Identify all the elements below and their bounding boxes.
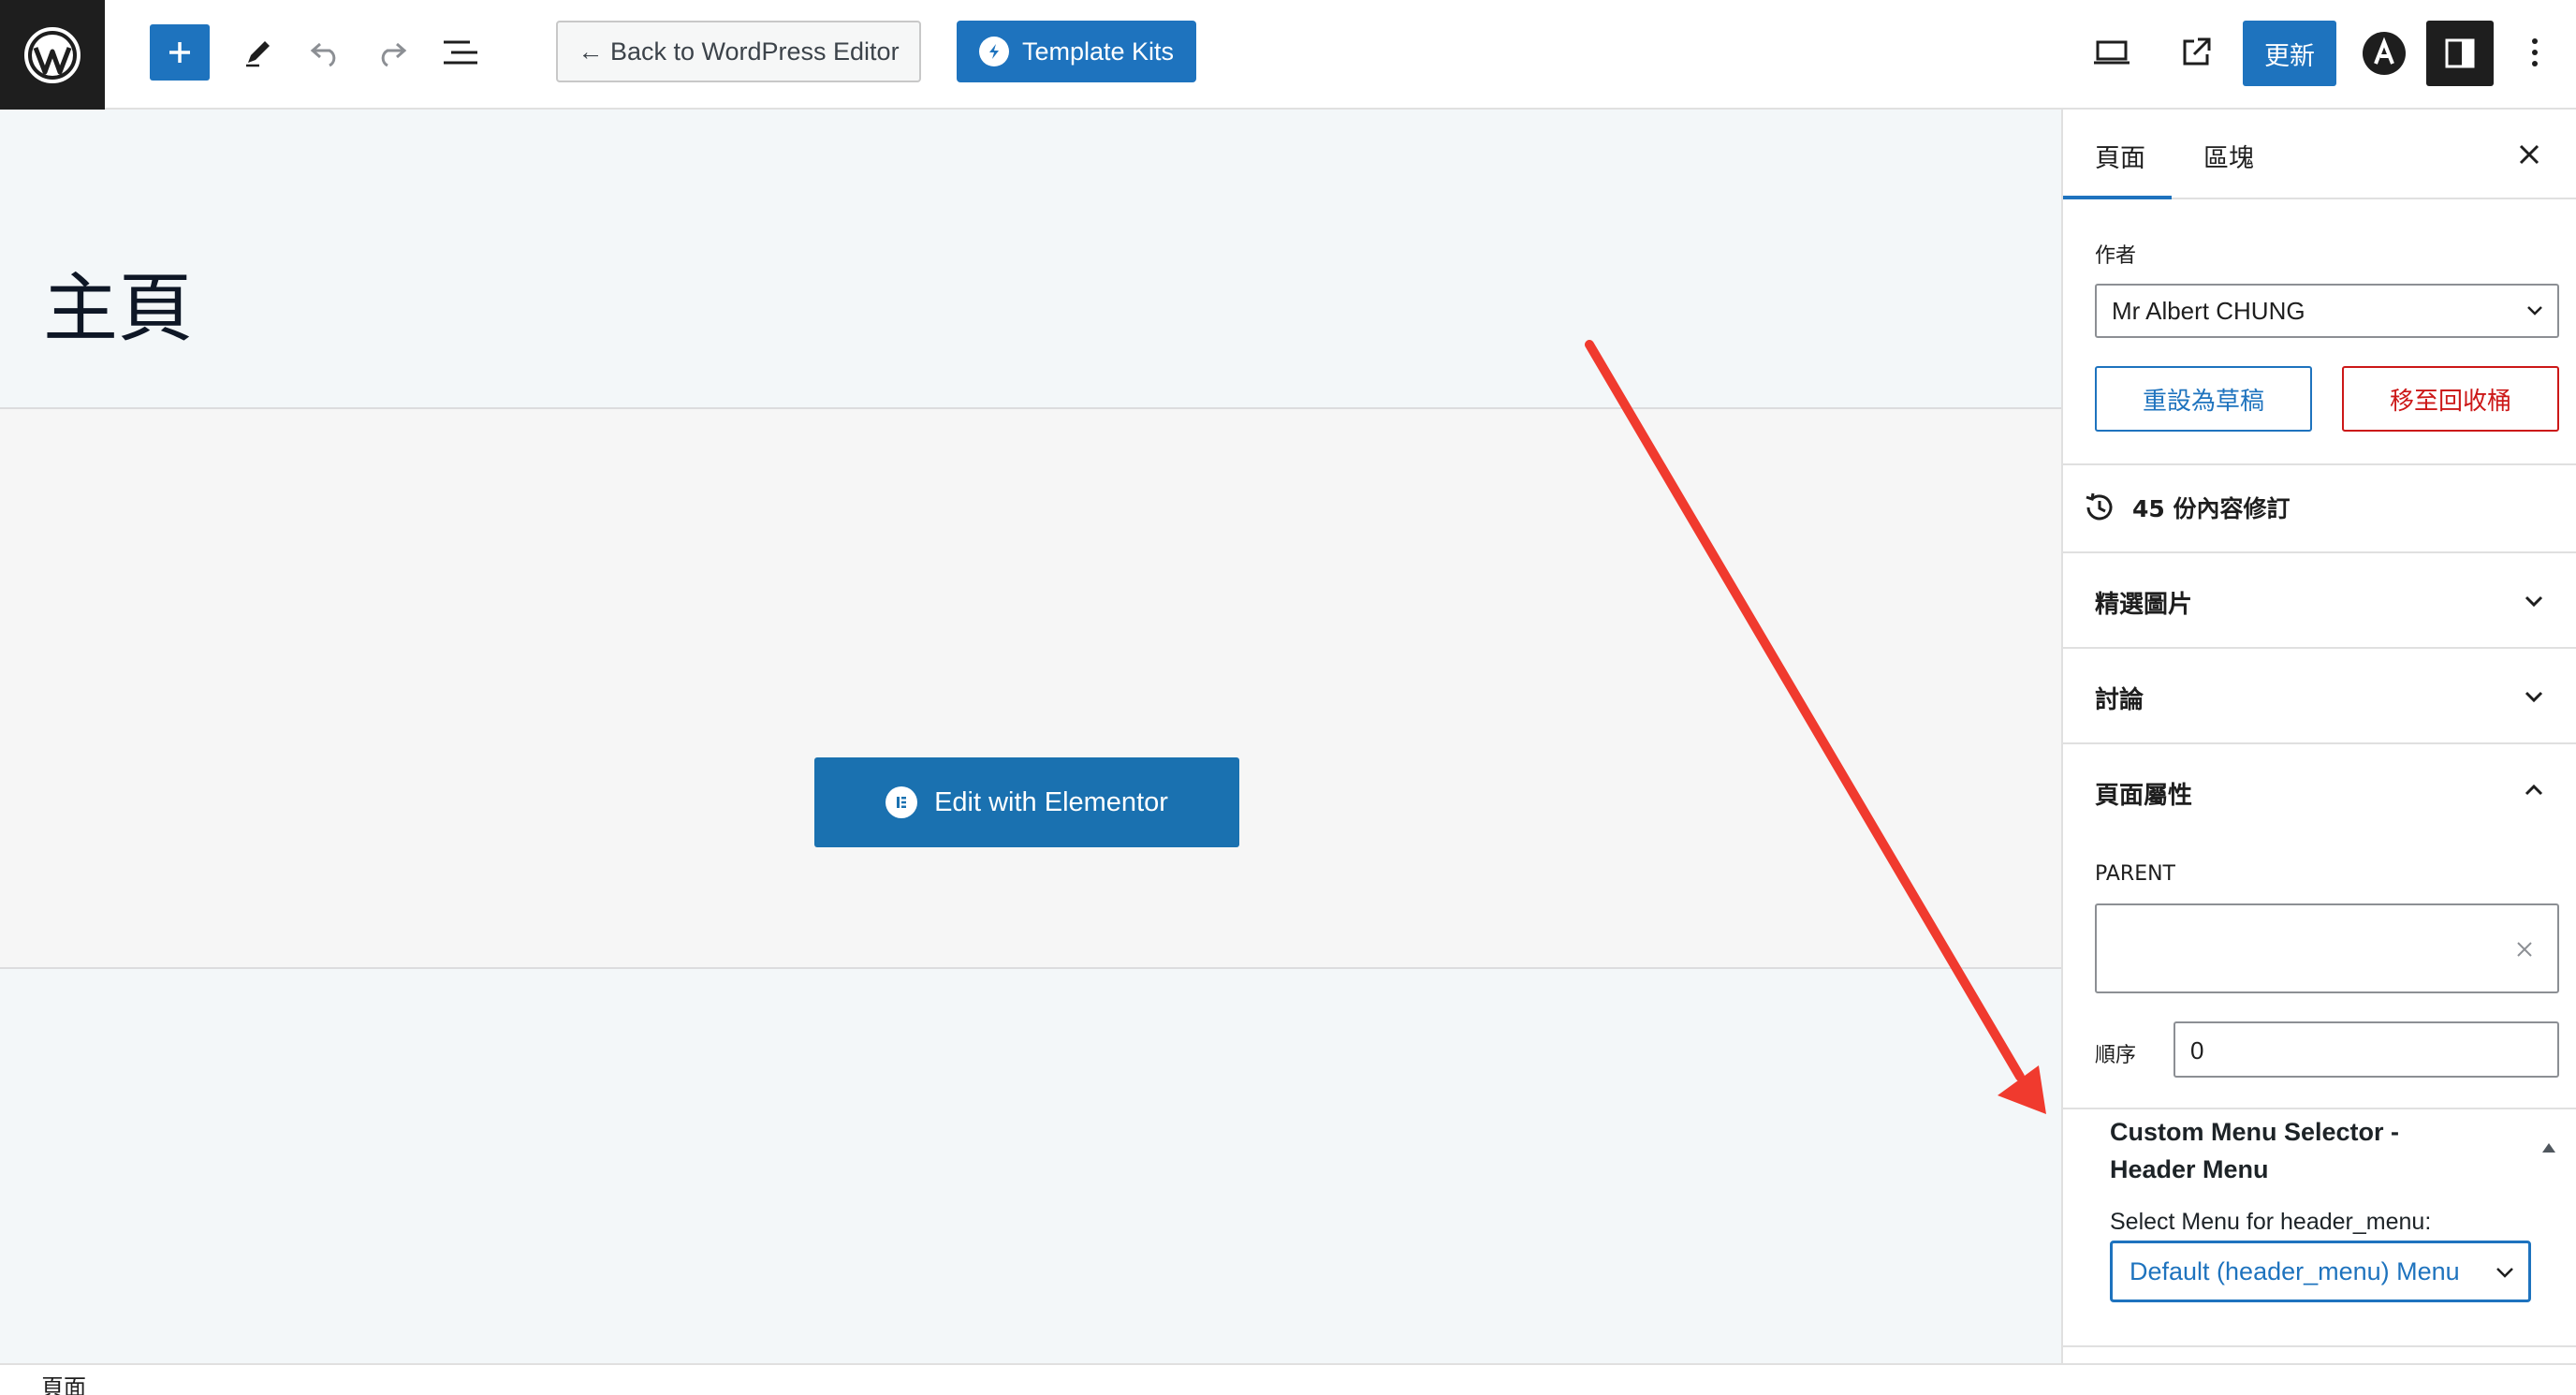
divider	[2063, 742, 2576, 744]
sidebar-toggle-icon[interactable]	[2426, 21, 2494, 86]
history-icon	[2086, 492, 2113, 521]
switch-to-draft-button[interactable]: 重設為草稿	[2095, 366, 2312, 432]
page-attributes-panel-toggle[interactable]: 頁面屬性	[2095, 776, 2192, 811]
author-label: 作者	[2095, 244, 2137, 268]
redo-icon[interactable]	[363, 24, 419, 81]
list-view-icon[interactable]	[432, 24, 489, 81]
order-input[interactable]: 0	[2174, 1021, 2559, 1078]
move-to-trash-button[interactable]: 移至回收桶	[2342, 366, 2559, 432]
discussion-panel-toggle[interactable]: 討論	[2095, 681, 2144, 715]
header-menu-selected: Default (header_menu) Menu	[2130, 1257, 2460, 1285]
collapse-triangle-icon[interactable]	[2542, 1143, 2555, 1153]
undo-icon[interactable]	[298, 24, 354, 81]
close-icon[interactable]	[2510, 136, 2548, 173]
order-label: 順序	[2095, 1044, 2137, 1067]
update-button-label: 更新	[2264, 41, 2315, 70]
chevron-down-icon[interactable]	[2520, 587, 2548, 615]
chevron-down-icon	[2496, 1268, 2513, 1278]
edit-with-elementor-button[interactable]: Edit with Elementor	[814, 757, 1239, 847]
custom-menu-selector-title[interactable]: Custom Menu Selector - Header Menu	[2110, 1113, 2484, 1188]
divider	[2063, 1345, 2576, 1347]
sidebar-tabs: 頁面 區塊	[2063, 110, 2576, 199]
tab-block[interactable]: 區塊	[2203, 138, 2254, 174]
back-to-wordpress-editor-button[interactable]: ← Back to WordPress Editor	[556, 21, 921, 82]
template-kits-icon	[978, 37, 1009, 66]
parent-page-combobox[interactable]	[2095, 903, 2559, 993]
wordpress-logo-icon[interactable]	[0, 0, 105, 110]
divider	[2063, 647, 2576, 649]
settings-sidebar: 頁面 區塊 作者 Mr Albert CHUNG 重設為草稿 移至回收桶 45 …	[2061, 110, 2576, 1364]
divider	[2063, 463, 2576, 465]
editor-canvas: 主頁 Edit with Elementor	[0, 110, 2061, 1364]
header-menu-select[interactable]: Default (header_menu) Menu	[2110, 1241, 2531, 1302]
status-footer: 頁面	[0, 1363, 2576, 1395]
clear-icon[interactable]	[2516, 941, 2533, 958]
order-value: 0	[2190, 1036, 2204, 1065]
switch-to-draft-label: 重設為草稿	[2142, 387, 2264, 416]
tab-page[interactable]: 頁面	[2095, 138, 2145, 174]
edit-with-elementor-label: Edit with Elementor	[934, 786, 1168, 817]
divider	[2063, 1108, 2576, 1109]
back-button-label: ← Back to WordPress Editor	[578, 37, 900, 66]
template-kits-label: Template Kits	[1021, 37, 1175, 66]
author-value: Mr Albert CHUNG	[2112, 297, 2305, 325]
breadcrumb[interactable]: 頁面	[41, 1369, 86, 1395]
parent-label: PARENT	[2095, 862, 2175, 886]
elementor-icon	[886, 786, 918, 818]
pencil-icon[interactable]	[230, 24, 286, 81]
move-to-trash-label: 移至回收桶	[2389, 387, 2511, 416]
revisions-link[interactable]: 45 份內容修訂	[2082, 490, 2291, 525]
active-tab-indicator	[2063, 196, 2172, 199]
desktop-preview-icon[interactable]	[2082, 24, 2142, 81]
chevron-down-icon[interactable]	[2520, 683, 2548, 711]
elementor-placeholder: Edit with Elementor	[0, 407, 2061, 969]
external-link-icon[interactable]	[2166, 24, 2226, 81]
editor-toolbar: ← Back to WordPress Editor Template Kits…	[0, 0, 2576, 110]
astra-icon[interactable]	[2359, 28, 2409, 79]
chevron-up-icon[interactable]	[2520, 776, 2548, 804]
revisions-label: 45 份內容修訂	[2132, 495, 2291, 522]
plus-icon[interactable]	[150, 24, 210, 81]
featured-image-panel-toggle[interactable]: 精選圖片	[2095, 585, 2192, 620]
page-title[interactable]: 主頁	[43, 248, 193, 357]
divider	[2063, 551, 2576, 553]
author-select[interactable]: Mr Albert CHUNG	[2095, 284, 2559, 338]
chevron-down-icon	[2527, 306, 2542, 316]
update-button[interactable]: 更新	[2243, 21, 2336, 86]
more-vertical-icon[interactable]	[2509, 24, 2561, 81]
template-kits-button[interactable]: Template Kits	[957, 21, 1196, 82]
select-menu-label: Select Menu for header_menu:	[2110, 1209, 2432, 1235]
